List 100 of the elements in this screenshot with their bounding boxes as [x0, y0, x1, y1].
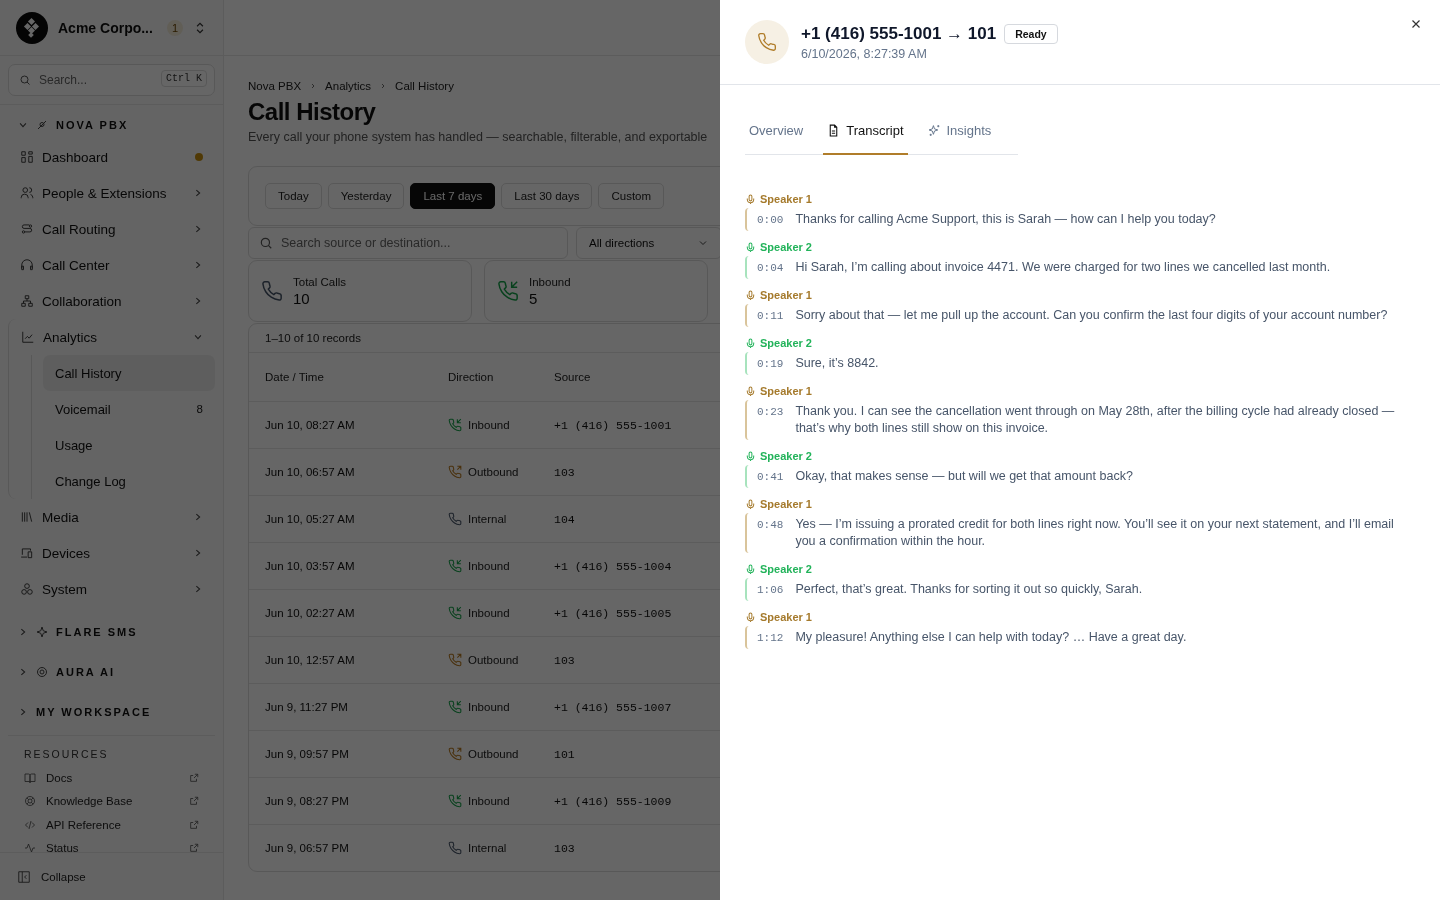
table-cell-text: Jun 9, 06:57 PM	[265, 842, 350, 854]
breadcrumb-link[interactable]: Call History	[395, 80, 454, 92]
search-field[interactable]: Search source or destination...	[248, 227, 568, 259]
external-link-icon	[189, 819, 199, 830]
shortcut-key: Ctrl K	[161, 70, 207, 87]
people-icon	[20, 186, 34, 200]
nav-item[interactable]: Analytics	[9, 319, 215, 355]
column-header[interactable]: Direction	[448, 371, 554, 383]
resource-link[interactable]: API Reference	[8, 813, 215, 837]
utterance-text: Okay, that makes sense — but will we get that amount back?	[795, 468, 1134, 485]
nav-item[interactable]: Devices	[8, 535, 215, 571]
tab[interactable]: Transcript	[823, 111, 908, 155]
table-cell: +1 (416) 555-1007	[554, 700, 672, 714]
incoming-call-icon	[448, 418, 462, 432]
count-badge: 1	[167, 19, 183, 36]
timestamp: 0:41	[757, 471, 784, 483]
direction-label: Inbound	[468, 795, 510, 807]
range-tab[interactable]: Last 30 days	[501, 183, 593, 209]
direction-label: Internal	[468, 842, 507, 854]
column-header[interactable]: Date / Time	[265, 371, 448, 383]
microphone-icon	[745, 289, 756, 301]
collapse-button[interactable]: Collapse	[0, 852, 223, 900]
speaker-label: Speaker 1	[760, 385, 812, 397]
table-cell: +1 (416) 555-1005	[554, 606, 672, 620]
chevron-icon[interactable]	[18, 627, 28, 637]
table-cell-text: Jun 10, 02:27 AM	[265, 607, 356, 619]
phone-icon	[757, 32, 777, 52]
call-timestamp: 6/10/2026, 8:27:39 AM	[801, 46, 928, 61]
direction-label: Inbound	[468, 607, 510, 619]
incoming-call-icon	[448, 700, 462, 714]
utterance-text: Yes — I’m issuing a prorated credit for both lines right now. You’ll see it on your next statement, and I’ll email you a confirmation within the hour.	[795, 516, 1395, 550]
circles-icon	[20, 582, 34, 596]
phone-icon	[261, 280, 283, 302]
external-link-icon	[189, 843, 199, 852]
devices-icon	[20, 546, 34, 560]
table-cell-text: Jun 10, 06:57 AM	[265, 466, 356, 478]
library-icon	[20, 510, 34, 524]
incoming-call-icon	[497, 280, 519, 302]
headset-icon	[20, 258, 34, 272]
column-header[interactable]: Source	[554, 371, 591, 383]
range-tab[interactable]: Today	[265, 183, 322, 209]
nav-item[interactable]: System	[8, 571, 215, 607]
incoming-call-icon	[448, 559, 462, 573]
resource-link[interactable]: Knowledge Base	[8, 789, 215, 813]
microphone-icon	[745, 563, 756, 575]
search-icon	[19, 74, 31, 86]
nav-item[interactable]: Voicemail 8	[43, 391, 215, 427]
stat-label: Total Calls	[293, 275, 347, 288]
section-title[interactable]: MY WORKSPACE	[36, 706, 152, 718]
nav-item[interactable]: Change Log	[43, 463, 215, 499]
nav-item[interactable]: Collaboration	[8, 283, 215, 319]
speaker-label: Speaker 1	[760, 498, 812, 510]
resource-link[interactable]: Status	[8, 836, 215, 852]
sparkle-icon	[36, 626, 48, 638]
chart-icon	[21, 330, 35, 344]
microphone-icon	[745, 611, 756, 623]
breadcrumb-link[interactable]: Nova PBX	[248, 80, 302, 92]
nav-item[interactable]: Dashboard	[8, 139, 215, 175]
nav-item[interactable]: Media	[8, 499, 215, 535]
timestamp: 0:00	[757, 214, 784, 226]
utterance-text: Sorry about that — let me pull up the account. Can you confirm the last four digits of your account number?	[795, 307, 1389, 324]
range-tab[interactable]: Yesterday	[327, 183, 405, 209]
tab[interactable]: Overview	[745, 111, 808, 155]
section-title[interactable]: FLARE SMS	[56, 626, 138, 638]
nav-item[interactable]: People & Extensions	[8, 175, 215, 211]
section-title[interactable]: NOVA PBX	[56, 119, 129, 131]
chevron-icon[interactable]	[18, 120, 28, 130]
table-cell-text: Jun 10, 05:27 AM	[265, 513, 356, 525]
incoming-call-icon	[448, 794, 462, 808]
direction-label: Inbound	[468, 419, 510, 431]
resource-link[interactable]: Docs	[8, 766, 215, 790]
range-tab[interactable]: Last 7 days	[410, 183, 496, 209]
nav-item[interactable]: Usage	[43, 427, 215, 463]
timestamp: 1:12	[757, 632, 784, 644]
tab[interactable]: Insights	[923, 111, 996, 155]
external-link-icon	[189, 772, 199, 783]
table-cell: 104	[554, 512, 575, 526]
section-title: RESOURCES	[23, 748, 110, 762]
utterance-text: Hi Sarah, I’m calling about invoice 4471. We were charged for two lines we cancelled last month.	[795, 259, 1332, 276]
utterance-text: Perfect, that’s great. Thanks for sorting it out so quickly, Sarah.	[795, 581, 1144, 598]
range-tab[interactable]: Custom	[598, 183, 665, 209]
breadcrumb-link[interactable]: Analytics	[325, 80, 372, 92]
chevron-icon[interactable]	[18, 707, 28, 717]
speaker-label: Speaker 1	[760, 193, 812, 205]
microphone-icon	[745, 385, 756, 397]
timestamp: 0:11	[757, 310, 784, 322]
chevron-icon[interactable]	[18, 667, 28, 677]
speaker-label: Speaker 1	[760, 611, 812, 623]
nav-item[interactable]: Call Center	[8, 247, 215, 283]
nav-item[interactable]: Call Routing	[8, 211, 215, 247]
speaker-label: Speaker 2	[760, 241, 812, 253]
section-title[interactable]: AURA AI	[56, 666, 115, 678]
nav-item[interactable]: Call History	[43, 355, 215, 391]
direction-label: Outbound	[468, 466, 519, 478]
organization-name[interactable]: Acme Corpo...	[58, 19, 157, 36]
table-cell-text: Jun 9, 08:27 PM	[265, 795, 350, 807]
table-cell-text: Jun 10, 03:57 AM	[265, 560, 356, 572]
target-icon	[36, 666, 48, 678]
table-cell-text: Jun 10, 12:57 AM	[265, 654, 356, 666]
outgoing-call-icon	[448, 465, 462, 479]
